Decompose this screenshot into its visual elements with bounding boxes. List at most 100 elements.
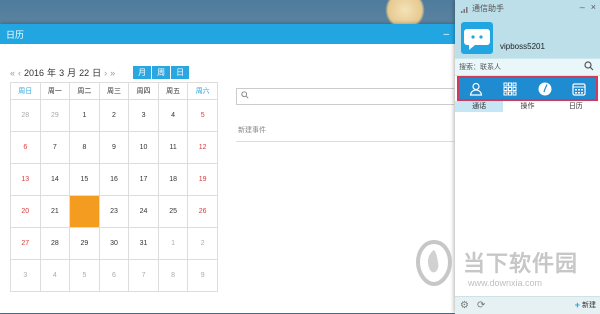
day-cell[interactable]: 4 (39, 259, 71, 292)
day-cell[interactable]: 16 (98, 163, 130, 196)
day-cell[interactable]: 8 (69, 131, 100, 164)
new-event-label[interactable]: 新建事件 (238, 125, 266, 135)
contacts-icon[interactable] (468, 81, 484, 97)
day-cell[interactable]: 4 (157, 99, 189, 132)
refresh-icon[interactable]: ⟳ (477, 300, 485, 311)
day-cell[interactable]: 17 (128, 163, 159, 196)
weekday-header: 周三 (98, 82, 130, 100)
username: vipboss5201 (500, 42, 545, 51)
day-cell[interactable]: 7 (39, 131, 71, 164)
day-cell[interactable]: 2 (187, 227, 218, 260)
next-month-icon[interactable]: › (104, 68, 107, 78)
day-cell[interactable]: 11 (157, 131, 189, 164)
week-view-button[interactable]: 周 (152, 66, 171, 79)
weekday-header: 周四 (128, 82, 159, 100)
day-cell[interactable]: 21 (39, 195, 71, 228)
settings-icon[interactable]: ⚙ (460, 300, 469, 311)
view-switcher: 月 周 日 (132, 66, 190, 79)
calendar-title-bar: 日历 – (0, 24, 455, 44)
site-watermark: 当下软件园 www.downxia.com (408, 240, 588, 300)
day-value: 22 (79, 67, 90, 78)
day-cell[interactable]: 28 (39, 227, 71, 260)
day-cell[interactable]: 31 (128, 227, 159, 260)
calendar-title: 日历 (6, 29, 25, 40)
weekday-header: 周日 (10, 82, 41, 100)
year-value: 2016 (24, 67, 45, 78)
day-cell[interactable]: 29 (69, 227, 100, 260)
app-title-text: 通信助手 (472, 4, 504, 13)
day-cell[interactable]: 1 (157, 227, 189, 260)
function-icon-bar (457, 76, 598, 101)
search-icon[interactable] (584, 61, 594, 71)
divider (236, 141, 454, 142)
tab-operations[interactable]: 操作 (503, 101, 551, 112)
day-cell[interactable]: 3 (10, 259, 41, 292)
close-icon[interactable]: × (591, 2, 596, 12)
weekday-header: 周一 (39, 82, 71, 100)
avatar[interactable] (461, 22, 493, 54)
panel-tabs: 通话 操作 日历 (455, 101, 600, 112)
day-cell[interactable]: 23 (98, 195, 130, 228)
day-cell[interactable]: 26 (187, 195, 218, 228)
brand-logo-icon (415, 240, 453, 286)
app-title: 通信助手 (461, 3, 504, 14)
calendar-icon[interactable] (571, 81, 587, 97)
prev-year-icon[interactable]: « (10, 68, 15, 78)
day-cell[interactable]: 24 (128, 195, 159, 228)
day-cell[interactable]: 9 (187, 259, 218, 292)
new-button[interactable]: + 新建 (575, 300, 596, 310)
event-search-field (236, 88, 454, 105)
new-button-label: 新建 (582, 302, 596, 309)
day-cell[interactable]: 12 (187, 131, 218, 164)
week-row: 27 28 29 30 31 1 2 (10, 227, 218, 260)
week-row: 13 14 15 16 17 18 19 (10, 163, 218, 196)
day-cell[interactable]: 30 (98, 227, 130, 260)
day-cell[interactable]: 20 (10, 195, 41, 228)
search-icon (241, 91, 249, 99)
month-unit: 月 (67, 68, 77, 78)
today-cell[interactable]: 22 (69, 195, 100, 228)
date-navigator: « ‹ 2016 年 3 月 22 日 › » 月 周 日 (10, 66, 190, 79)
day-cell[interactable]: 19 (187, 163, 218, 196)
day-cell[interactable]: 8 (157, 259, 189, 292)
day-cell[interactable]: 18 (157, 163, 189, 196)
weekday-header: 周六 (187, 82, 218, 100)
prev-month-icon[interactable]: ‹ (18, 68, 21, 78)
day-cell[interactable]: 25 (157, 195, 189, 228)
panel-header: 通信助手 – × vipboss5201 (455, 0, 600, 58)
tab-calls[interactable]: 通话 (455, 101, 504, 112)
day-cell[interactable]: 15 (69, 163, 100, 196)
day-cell[interactable]: 13 (10, 163, 41, 196)
minimize-button[interactable]: – (443, 29, 449, 40)
day-cell[interactable]: 10 (128, 131, 159, 164)
weekday-header: 周二 (69, 82, 100, 100)
day-cell[interactable]: 5 (69, 259, 100, 292)
apps-grid-icon[interactable] (502, 81, 518, 97)
contact-search[interactable]: 搜索：联系人 (455, 58, 600, 76)
day-cell[interactable]: 14 (39, 163, 71, 196)
day-cell[interactable]: 28 (10, 99, 41, 132)
next-year-icon[interactable]: » (110, 68, 115, 78)
clock-icon[interactable] (537, 81, 553, 97)
day-cell[interactable]: 3 (128, 99, 159, 132)
day-cell[interactable]: 5 (187, 99, 218, 132)
day-cell[interactable]: 29 (39, 99, 71, 132)
minimize-icon[interactable]: – (580, 2, 585, 12)
day-cell[interactable]: 2 (98, 99, 130, 132)
week-row: 3 4 5 6 7 8 9 (10, 259, 218, 292)
calendar-window: 日历 – « ‹ 2016 年 3 月 22 日 › » 月 周 日 周日 周一… (0, 24, 455, 313)
month-view-button[interactable]: 月 (133, 66, 152, 79)
day-cell[interactable]: 1 (69, 99, 100, 132)
day-cell[interactable]: 6 (98, 259, 130, 292)
day-view-button[interactable]: 日 (171, 66, 190, 79)
day-cell[interactable]: 7 (128, 259, 159, 292)
month-grid: 周日 周一 周二 周三 周四 周五 周六 28 29 1 2 3 4 5 6 7 (10, 82, 218, 292)
day-cell[interactable]: 9 (98, 131, 130, 164)
day-cell[interactable]: 27 (10, 227, 41, 260)
event-search-input[interactable] (253, 90, 447, 105)
tab-calendar[interactable]: 日历 (552, 101, 600, 112)
day-cell[interactable]: 6 (10, 131, 41, 164)
window-controls: – × (580, 2, 596, 12)
plus-icon: + (574, 300, 580, 310)
month-value: 3 (59, 67, 65, 78)
